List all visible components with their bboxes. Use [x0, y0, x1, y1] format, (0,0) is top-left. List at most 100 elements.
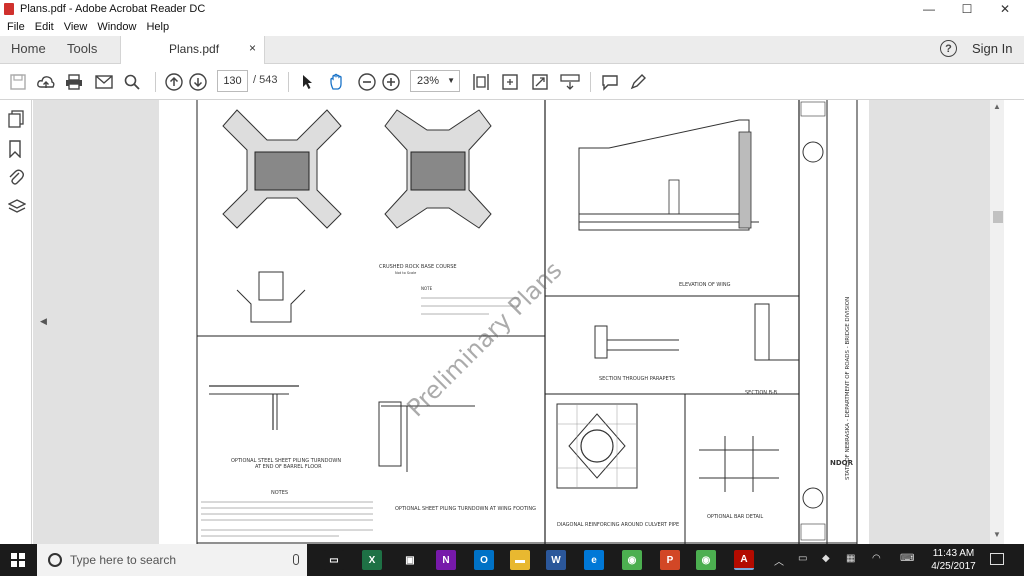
- steel-piling-detail: [209, 385, 299, 430]
- file-explorer-icon[interactable]: ▬: [510, 550, 530, 570]
- vertical-scrollbar[interactable]: ▲ ▼: [990, 100, 1004, 544]
- sign-in-link[interactable]: Sign In: [972, 41, 1012, 56]
- optional-bar-label: OPTIONAL BAR DETAIL: [707, 514, 763, 520]
- close-tab-icon[interactable]: ×: [249, 41, 256, 55]
- diagonal-reinf-label: DIAGONAL REINFORCING AROUND CULVERT PIPE: [557, 522, 679, 528]
- tab-home[interactable]: Home: [11, 41, 46, 56]
- toolbar-separator: [155, 72, 156, 92]
- search-icon[interactable]: [122, 72, 142, 92]
- tab-tools[interactable]: Tools: [67, 41, 97, 56]
- excel-icon[interactable]: X: [362, 550, 382, 570]
- microphone-icon[interactable]: [293, 554, 299, 565]
- clock-time: 11:43 AM: [932, 548, 975, 559]
- toolbar-separator: [288, 72, 289, 92]
- plan-view-right: [384, 109, 492, 229]
- email-icon[interactable]: [94, 72, 114, 92]
- comment-icon[interactable]: [600, 72, 620, 92]
- engineering-drawing: CRUSHED ROCK BASE COURSE Not to Scale NO…: [196, 100, 858, 544]
- zoom-out-icon[interactable]: [357, 72, 377, 92]
- save-icon[interactable]: [8, 72, 28, 92]
- title-block: [800, 101, 826, 541]
- action-center-icon[interactable]: [990, 553, 1004, 565]
- word-icon[interactable]: W: [546, 550, 566, 570]
- plan-view-left: [222, 109, 342, 229]
- powerpoint-icon[interactable]: P: [660, 550, 680, 570]
- not-to-scale-label: Not to Scale: [395, 271, 416, 275]
- section-parapets-label: SECTION THROUGH PARAPETS: [599, 376, 675, 382]
- outlook-icon[interactable]: O: [474, 550, 494, 570]
- note-heading: NOTE: [421, 286, 433, 291]
- acrobat-app-icon: [4, 3, 14, 15]
- scroll-mode-icon[interactable]: [560, 72, 580, 92]
- page-number-input[interactable]: 130: [217, 70, 248, 92]
- minimize-button[interactable]: —: [910, 0, 948, 18]
- window-title: Plans.pdf - Adobe Acrobat Reader DC: [20, 3, 206, 15]
- navigation-pane: [0, 100, 32, 544]
- search-placeholder: Type here to search: [70, 553, 177, 567]
- clock-date: 4/25/2017: [931, 561, 976, 572]
- wifi-icon[interactable]: ◠: [872, 553, 881, 564]
- close-window-button[interactable]: ✕: [986, 0, 1024, 18]
- cortana-icon: [48, 553, 62, 567]
- zoom-select[interactable]: 23% ▼: [410, 70, 460, 92]
- menu-file[interactable]: File: [7, 21, 25, 33]
- previous-page-icon[interactable]: [164, 72, 184, 92]
- highlight-pen-icon[interactable]: [628, 72, 648, 92]
- system-clock[interactable]: 11:43 AM 4/25/2017: [926, 547, 981, 573]
- chevron-down-icon: ▼: [447, 76, 455, 85]
- menu-window[interactable]: Window: [97, 21, 136, 33]
- chevron-up-icon[interactable]: ︿: [774, 553, 784, 568]
- tab-document[interactable]: Plans.pdf ×: [120, 36, 265, 64]
- task-view-icon[interactable]: ▭: [324, 550, 344, 570]
- onenote-icon[interactable]: N: [436, 550, 456, 570]
- upload-cloud-icon[interactable]: [36, 72, 56, 92]
- title-bar: Plans.pdf - Adobe Acrobat Reader DC — ☐ …: [0, 0, 1024, 18]
- taskbar: Type here to search ▭ X ▣ N O ▬ We ◉ P ◉ A ︿ ▭ ◆ ▦…: [0, 544, 1024, 576]
- page-total: / 543: [253, 74, 278, 86]
- menu-edit[interactable]: Edit: [35, 21, 54, 33]
- section-bb-label: SECTION B-B: [745, 390, 778, 396]
- scrollbar-thumb[interactable]: [993, 211, 1003, 223]
- fit-page-icon[interactable]: [500, 72, 520, 92]
- print-icon[interactable]: [64, 72, 84, 92]
- acrobat-icon[interactable]: A: [734, 550, 754, 570]
- scroll-up-icon[interactable]: ▲: [993, 102, 1001, 111]
- maximize-button[interactable]: ☐: [948, 0, 986, 18]
- bookmark-icon[interactable]: [8, 140, 24, 159]
- optional-wing-label: OPTIONAL SHEET PILING TURNDOWN AT WING F…: [395, 506, 536, 512]
- windows-start-icon[interactable]: [11, 553, 25, 567]
- section-bb-detail: [754, 303, 799, 361]
- zoom-value: 23%: [417, 75, 440, 87]
- taskbar-search[interactable]: Type here to search: [37, 544, 307, 576]
- full-screen-icon[interactable]: [530, 72, 550, 92]
- window-controls: — ☐ ✕: [910, 0, 1024, 18]
- menu-view[interactable]: View: [64, 21, 88, 33]
- edge-icon[interactable]: e: [584, 550, 604, 570]
- fit-width-icon[interactable]: [471, 72, 491, 92]
- battery-icon[interactable]: ▭: [798, 553, 807, 564]
- tab-bar: Home Tools Plans.pdf ×: [0, 36, 1024, 64]
- ndor-logo: NDOR: [830, 459, 854, 467]
- network-icon[interactable]: ▦: [846, 553, 855, 564]
- menu-bar: File Edit View Window Help: [0, 18, 1024, 36]
- collapse-left-icon[interactable]: ◀: [40, 316, 47, 327]
- select-cursor-icon[interactable]: [298, 72, 318, 92]
- dropbox-icon[interactable]: ◆: [822, 553, 830, 564]
- menu-help[interactable]: Help: [146, 21, 169, 33]
- bar-detail: [699, 436, 779, 492]
- next-page-icon[interactable]: [188, 72, 208, 92]
- chrome-2-icon[interactable]: ◉: [696, 550, 716, 570]
- attachment-icon[interactable]: [8, 168, 24, 185]
- hand-tool-icon[interactable]: [327, 72, 347, 92]
- scroll-down-icon[interactable]: ▼: [993, 530, 1001, 539]
- store-icon[interactable]: ▣: [400, 550, 420, 570]
- chrome-icon[interactable]: ◉: [622, 550, 642, 570]
- layers-icon[interactable]: [7, 198, 27, 214]
- notes-heading: NOTES: [271, 490, 288, 496]
- diagonal-reinforcing-detail: [556, 403, 638, 489]
- help-icon[interactable]: ?: [940, 40, 957, 57]
- document-tab-label: Plans.pdf: [169, 42, 220, 56]
- keyboard-icon[interactable]: ⌨: [900, 553, 914, 564]
- page-thumbnails-icon[interactable]: [8, 110, 24, 128]
- zoom-in-icon[interactable]: [381, 72, 401, 92]
